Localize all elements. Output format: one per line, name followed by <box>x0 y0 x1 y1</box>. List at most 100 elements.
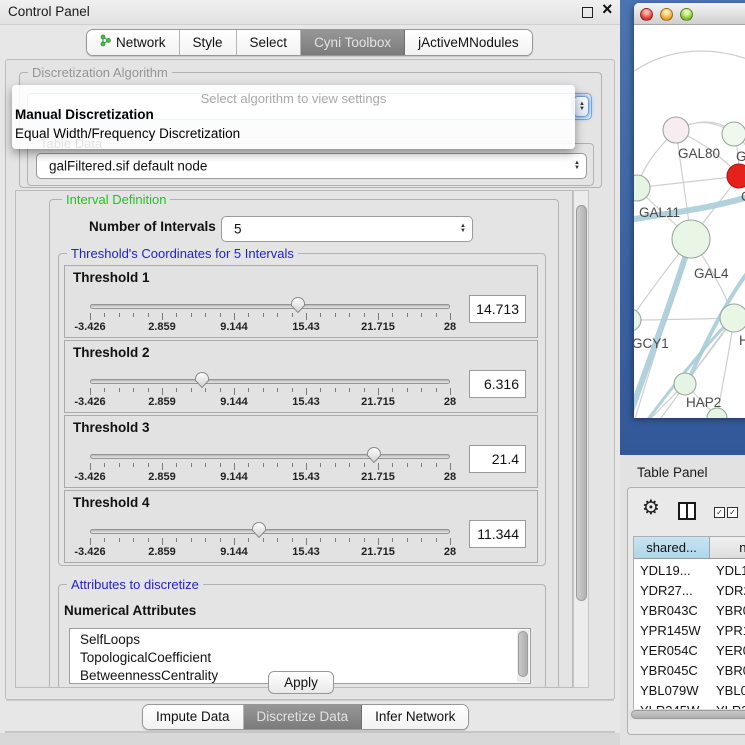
checkbox-icon[interactable]: ✓ <box>714 507 725 518</box>
slider-thumb[interactable] <box>251 521 267 539</box>
table-hscrollbar-thumb[interactable] <box>631 710 745 719</box>
tick-mark <box>234 313 235 320</box>
network-node-gcy1[interactable] <box>634 309 641 331</box>
bottom-tab-impute-data[interactable]: Impute Data <box>143 705 244 729</box>
tab-cyni-toolbox[interactable]: Cyni Toolbox <box>301 30 405 55</box>
split-column-icon[interactable] <box>678 502 696 520</box>
bottom-tab-infer-network[interactable]: Infer Network <box>362 705 468 729</box>
tick-mark <box>263 463 264 467</box>
table-row[interactable]: YDR27...YDR2 <box>634 581 745 601</box>
scale-label: -3.426 <box>74 471 105 483</box>
table-row[interactable]: YBR045CYBR0 <box>634 661 745 681</box>
list-scrollbar[interactable] <box>517 630 529 682</box>
table-data-combobox[interactable]: galFiltered.sif default node ▲▼ <box>36 153 587 179</box>
tick-mark <box>335 538 336 542</box>
tick-mark <box>176 538 177 542</box>
threshold-value-field[interactable]: 6.316 <box>469 370 526 398</box>
node-label: GCY1 <box>634 336 669 351</box>
threshold-panel-1: Threshold 1-3.4262.8599.14415.4321.71528… <box>64 265 538 338</box>
table-horizontal-scrollbar[interactable] <box>629 709 745 720</box>
table-row[interactable]: YBR043CYBR0 <box>634 601 745 621</box>
tick-mark <box>277 313 278 317</box>
table-row[interactable]: YDL19...YDL1 <box>634 561 745 581</box>
network-node-h[interactable] <box>720 304 745 332</box>
threshold-value-field[interactable]: 14.713 <box>469 295 526 323</box>
close-light-icon[interactable] <box>640 8 653 21</box>
tick-mark <box>450 313 451 320</box>
node-label: H <box>739 333 745 348</box>
slider-thumb[interactable] <box>366 446 382 464</box>
slider-track[interactable] <box>90 304 450 309</box>
attribute-item[interactable]: BetweennessCentrality <box>80 668 218 683</box>
float-window-icon[interactable] <box>582 7 593 18</box>
tab-network[interactable]: Network <box>87 30 180 55</box>
stepper-arrows-icon[interactable]: ▲▼ <box>460 224 466 234</box>
attribute-item[interactable]: SelfLoops <box>80 632 140 647</box>
algorithm-dropdown-popup: Select algorithm to view settings Manual… <box>12 85 575 149</box>
popup-item-2[interactable]: Equal Width/Frequency Discretization <box>15 126 240 141</box>
threshold-value-field[interactable]: 11.344 <box>469 520 526 548</box>
network-node-c[interactable] <box>727 164 745 188</box>
cell-name: YBR0 <box>716 601 745 621</box>
node-label: GAL80 <box>678 146 720 161</box>
list-scrollbar-thumb[interactable] <box>518 631 528 677</box>
threshold-value-field[interactable]: 21.4 <box>469 445 526 473</box>
network-node-gal11[interactable] <box>634 175 650 201</box>
cell-shared-name: YER054C <box>640 641 710 661</box>
network-node-hap2[interactable] <box>674 373 696 395</box>
control-panel: Control Panel × NetworkStyleSelectCyni T… <box>0 0 620 745</box>
tick-mark <box>263 388 264 392</box>
node-label: GAL11 <box>639 205 680 220</box>
tick-mark <box>248 463 249 467</box>
threshold-panel-2: Threshold 2-3.4262.8599.14415.4321.71528… <box>64 340 538 413</box>
number-of-intervals-combobox[interactable]: 5 ▲▼ <box>221 216 473 242</box>
tab-style[interactable]: Style <box>180 30 237 55</box>
tick-mark <box>104 313 105 317</box>
tick-mark <box>176 313 177 317</box>
apply-button[interactable]: Apply <box>268 671 334 694</box>
checkbox-icon[interactable]: ✓ <box>727 507 738 518</box>
tick-mark <box>263 313 264 317</box>
network-node-ga[interactable] <box>722 122 745 146</box>
slider-track[interactable] <box>90 454 450 459</box>
close-icon[interactable]: × <box>602 0 613 20</box>
tab-jactivemnodules[interactable]: jActiveMNodules <box>405 30 532 55</box>
tick-mark <box>378 313 379 320</box>
minimize-light-icon[interactable] <box>660 8 673 21</box>
column-header-name[interactable]: na <box>710 537 745 559</box>
tick-mark <box>90 388 91 395</box>
slider-thumb[interactable] <box>290 296 306 314</box>
gear-icon[interactable]: ⚙ <box>642 498 660 518</box>
table-row[interactable]: YER054CYER0 <box>634 641 745 661</box>
main-scrollbar[interactable] <box>573 190 589 688</box>
network-canvas[interactable]: GAL80GACGAL11GAL4GCY1HHAP2 <box>634 25 745 418</box>
table-data-value: galFiltered.sif default node <box>49 159 207 174</box>
tab-select[interactable]: Select <box>237 30 302 55</box>
tick-mark <box>133 463 134 467</box>
stepper-arrows-icon[interactable]: ▲▼ <box>574 161 580 171</box>
node-attribute-table[interactable]: shared... na YDL19...YDL1YDR27...YDR2YBR… <box>633 536 745 717</box>
tick-mark <box>119 388 120 392</box>
tick-mark <box>248 313 249 317</box>
network-node-gal80[interactable] <box>663 117 689 143</box>
zoom-light-icon[interactable] <box>680 8 693 21</box>
slider-track[interactable] <box>90 529 450 534</box>
popup-item-1[interactable]: Manual Discretization <box>15 107 154 122</box>
tick-mark <box>364 463 365 467</box>
tick-mark <box>364 313 365 317</box>
tick-mark <box>349 388 350 392</box>
network-node-gal4[interactable] <box>672 220 710 258</box>
slider-thumb[interactable] <box>194 371 210 389</box>
attribute-item[interactable]: TopologicalCoefficient <box>80 650 211 665</box>
column-header-shared-name[interactable]: shared... <box>634 537 710 559</box>
stepper-arrows-icon[interactable]: ▲▼ <box>579 102 585 112</box>
combobox-focus-ring[interactable]: ▲▼ <box>573 96 589 117</box>
table-row[interactable]: YPR145WYPR1 <box>634 621 745 641</box>
slider-track[interactable] <box>90 379 450 384</box>
scale-label: 21.715 <box>361 471 395 483</box>
tick-mark <box>320 313 321 317</box>
table-row[interactable]: YBL079WYBL0 <box>634 681 745 701</box>
main-scrollbar-thumb[interactable] <box>576 205 587 601</box>
network-window-titlebar[interactable] <box>634 3 745 25</box>
bottom-tab-discretize-data[interactable]: Discretize Data <box>244 705 363 729</box>
